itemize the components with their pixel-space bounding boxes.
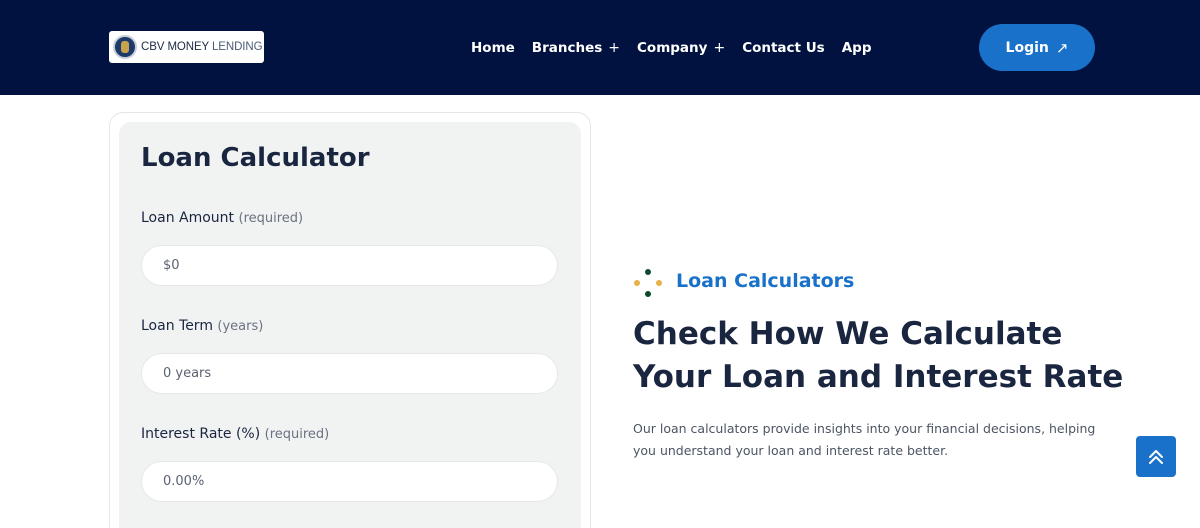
loan-term-input[interactable]	[141, 353, 558, 394]
main-nav: Home Branches + Company + Contact Us App	[471, 38, 871, 58]
loan-amount-input[interactable]	[141, 245, 558, 286]
loan-amount-label: Loan Amount (required)	[141, 210, 303, 226]
calculator-title: Loan Calculator	[141, 143, 370, 173]
logo-text: CBV MONEY LENDING	[141, 41, 263, 53]
field-hint: (required)	[264, 427, 330, 442]
field-label-text: Interest Rate (%)	[141, 426, 261, 442]
nav-item-contact-us[interactable]: Contact Us	[742, 40, 825, 56]
section-badge: Loan Calculators	[676, 270, 855, 292]
nav-item-app[interactable]: App	[842, 40, 872, 56]
login-button[interactable]: Login ↗	[979, 24, 1095, 71]
headline-line-1: Check How We Calculate	[633, 316, 1063, 352]
nav-item-branches[interactable]: Branches +	[532, 40, 620, 56]
seal-icon	[113, 35, 137, 59]
section-description: Our loan calculators provide insights in…	[633, 421, 1096, 458]
nav-item-label: Branches	[531, 40, 603, 56]
four-dots-icon	[634, 269, 662, 297]
scroll-to-top-button[interactable]	[1136, 436, 1176, 477]
field-hint: (required)	[238, 211, 304, 226]
logo-text-main: CBV MONEY	[141, 41, 209, 53]
field-label-text: Loan Amount	[141, 210, 235, 226]
headline-line-2: Your Loan and Interest Rate	[633, 359, 1124, 395]
nav-item-home[interactable]: Home	[471, 40, 515, 56]
section-headline: Check How We Calculate Your Loan and Int…	[633, 313, 1124, 399]
nav-item-label: App	[841, 40, 872, 56]
double-chevron-up-icon	[1149, 449, 1163, 464]
nav-item-company[interactable]: Company +	[637, 40, 725, 56]
logo-text-light: LENDING	[212, 41, 263, 53]
arrow-up-right-icon: ↗	[1055, 38, 1069, 57]
site-header: CBV MONEY LENDING Home Branches + Compan…	[0, 0, 1200, 95]
plus-icon: +	[608, 40, 621, 56]
field-hint: (years)	[217, 319, 264, 334]
nav-item-label: Home	[471, 40, 515, 56]
interest-rate-label: Interest Rate (%) (required)	[141, 426, 329, 442]
nav-item-label: Company	[637, 40, 708, 56]
loan-term-label: Loan Term (years)	[141, 318, 263, 334]
field-label-text: Loan Term	[141, 318, 213, 334]
interest-rate-input[interactable]	[141, 461, 558, 502]
brand-logo[interactable]: CBV MONEY LENDING	[109, 31, 264, 63]
login-label: Login	[1005, 39, 1049, 56]
plus-icon: +	[713, 40, 726, 56]
nav-item-label: Contact Us	[742, 40, 825, 56]
